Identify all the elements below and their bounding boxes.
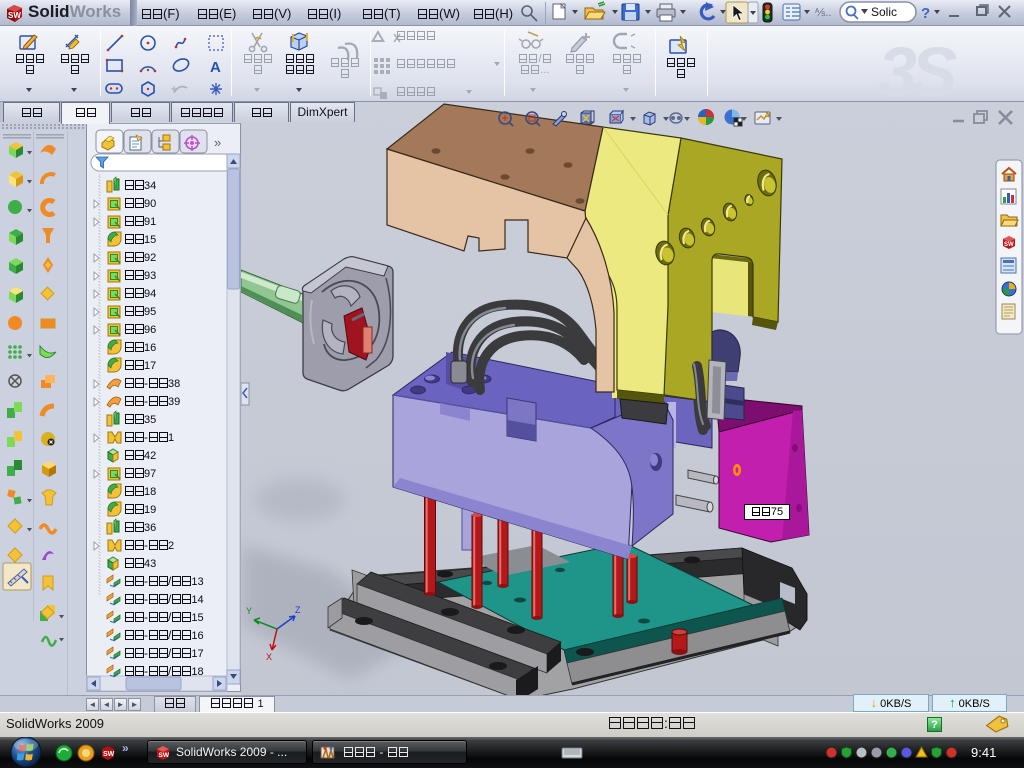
svg-text:?: ? bbox=[921, 5, 930, 22]
svg-text:SW: SW bbox=[103, 751, 115, 758]
svg-text:Y: Y bbox=[246, 606, 252, 616]
svg-text:A: A bbox=[210, 59, 221, 76]
svg-text:X: X bbox=[266, 652, 272, 662]
svg-text:Solic: Solic bbox=[871, 5, 897, 19]
svg-text:Z: Z bbox=[295, 605, 301, 615]
svg-text:SW: SW bbox=[1004, 242, 1014, 248]
svg-text:⅍..: ⅍.. bbox=[814, 7, 831, 19]
svg-text:»: » bbox=[122, 741, 129, 755]
svg-text:SW: SW bbox=[159, 752, 170, 759]
